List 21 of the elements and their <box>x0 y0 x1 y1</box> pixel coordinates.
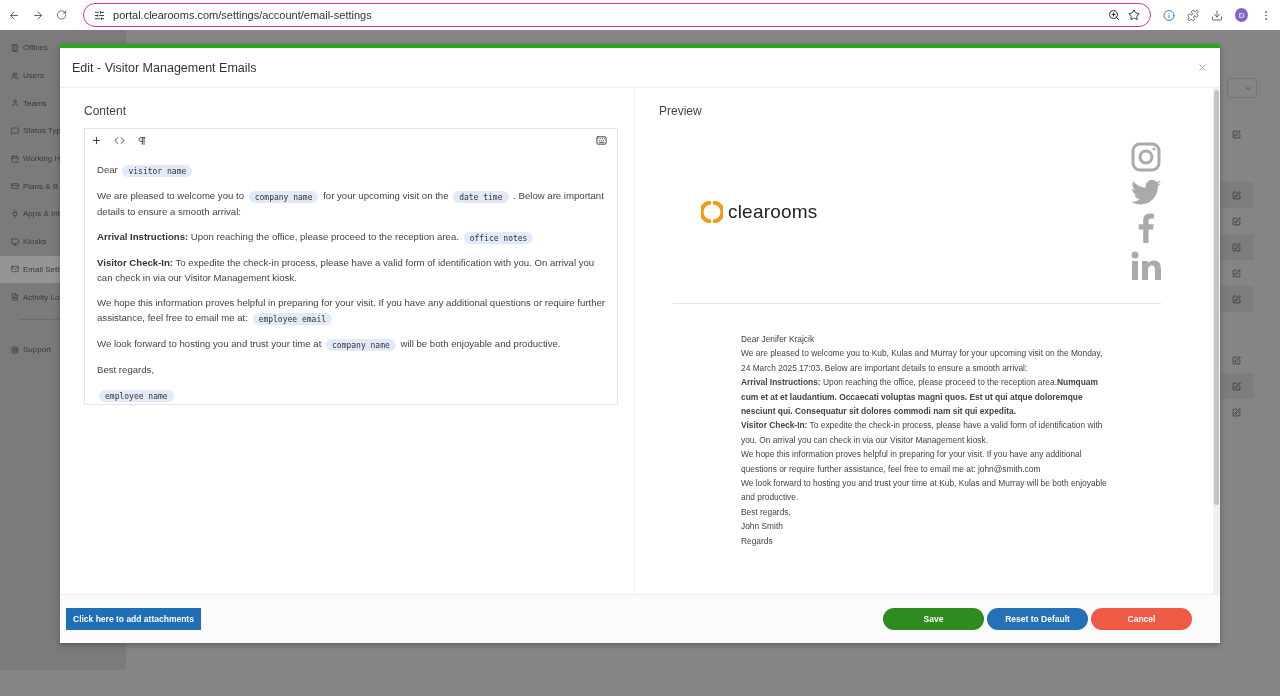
section-heading: Content <box>84 104 128 118</box>
editor-paragraph: Visitor Check-In: To expedite the check-in process, please have a valid form of identification with you. On arrival you can check in via our Visitor Management kiosk. <box>97 256 596 285</box>
email-line: We look forward to hosting you and trust your time at Kub, Kulas and Murray will be both enjoyable and productive. <box>741 477 1108 505</box>
editor-paragraph: Dear visitor name <box>97 162 607 178</box>
editor-paragraph: We hope this information proves helpful in preparing for your visit. If you have any additional questions or require further assistance, feel free to email me at: employee email <box>97 296 607 326</box>
dialog-title: Edit - Visitor Management Emails <box>72 60 257 75</box>
editor-paragraph: We look forward to hosting you and trust your time at company name will be both enjoyable and productive. <box>97 337 562 352</box>
email-line: Best regards, <box>741 505 792 519</box>
editor-paragraph: Best regards, <box>97 363 156 377</box>
email-line: Regards <box>741 534 774 548</box>
editor-paragraph: We are pleased to welcome you to company name for your upcoming visit on the date time . Below are important details to ensure a smooth arrival: <box>97 189 605 219</box>
email-line: John Smith <box>741 520 784 534</box>
logo: clearooms <box>701 200 818 223</box>
email-line: Dear Jenifer Krajcik <box>741 333 816 346</box>
email-line: We hope this information proves helpful in preparing for your visit. If you have any additional questions or require further assistance, feel free to email me at: john@smith.com <box>741 448 1083 476</box>
editor-paragraph: employee name <box>97 387 607 403</box>
email-line: Visitor Check-In: To expedite the check-in process, please have a valid form of identification with you. On arrival you can check in via our Visitor Management kiosk. <box>741 419 1104 447</box>
email-line: We are pleased to welcome you to Kub, Kulas and Murray for your upcoming visit on the Monday, 24 March 2025 17:03. Below are important details to ensure a smooth arrival: <box>741 347 1104 375</box>
editor-paragraph: Arrival Instructions: Upon reaching the office, please proceed to the reception area. office notes <box>97 229 607 245</box>
section-heading: Preview <box>659 104 703 118</box>
email-line: Arrival Instructions: Upon reaching the office, please proceed to the reception area.Numquam cum et at et laudantium. Occaecati voluptas magni quos. Est ut qui atque doloremque nesciunt qui. Consequatur sit dolores commodi nam sit qui expedita. <box>741 376 1099 419</box>
